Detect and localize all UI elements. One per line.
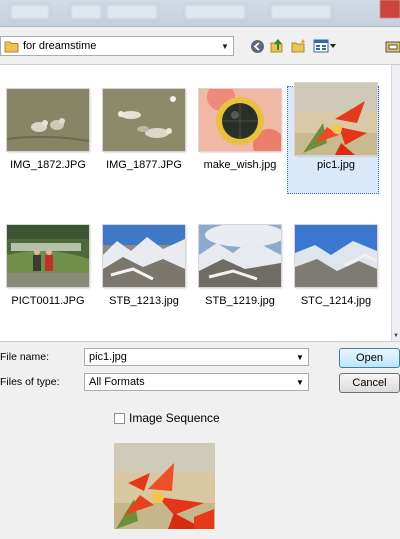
file-name-label: File name: <box>0 351 50 363</box>
file-name-input[interactable]: pic1.jpg ▼ <box>84 348 309 366</box>
back-icon[interactable] <box>248 38 266 54</box>
cancel-button[interactable]: Cancel <box>339 373 400 393</box>
ghost-button <box>10 4 50 20</box>
file-tile[interactable]: STB_1219.jpg <box>194 225 286 335</box>
file-thumbnail <box>295 225 377 287</box>
folder-button-icon[interactable] <box>384 38 400 54</box>
new-folder-icon[interactable] <box>290 38 308 54</box>
file-type-select[interactable]: All Formats ▼ <box>84 373 309 391</box>
image-sequence-checkbox[interactable] <box>114 413 125 424</box>
open-button[interactable]: Open <box>339 348 400 368</box>
file-thumbnail <box>199 225 281 287</box>
file-name: make_wish.jpg <box>203 159 277 171</box>
file-tile[interactable]: STC_1214.jpg <box>290 225 382 335</box>
file-name: IMG_1872.JPG <box>10 159 86 171</box>
chevron-down-icon[interactable]: ▼ <box>292 349 308 365</box>
file-thumbnail <box>103 225 185 287</box>
file-tile-selected[interactable]: pic1.jpg <box>287 83 382 199</box>
file-tile[interactable]: STB_1213.jpg <box>98 225 190 335</box>
file-tile[interactable]: make_wish.jpg <box>194 89 286 199</box>
view-menu-icon[interactable] <box>312 38 338 54</box>
file-name: pic1.jpg <box>317 159 355 171</box>
file-tile[interactable]: IMG_1877.JPG <box>98 89 190 199</box>
folder-icon <box>4 40 19 56</box>
path-toolbar: for dreamstime ▼ <box>0 36 400 60</box>
file-tile[interactable]: PICT0011.JPG <box>2 225 94 335</box>
file-thumbnail <box>103 89 185 151</box>
file-list[interactable]: IMG_1872.JPG IMG_1877.JPG make_wish.jpg … <box>0 64 400 342</box>
file-name: IMG_1877.JPG <box>106 159 182 171</box>
file-name: STC_1214.jpg <box>300 295 372 307</box>
ghost-button <box>70 4 102 20</box>
scroll-down-icon[interactable]: ▼ <box>392 333 400 339</box>
chevron-down-icon[interactable]: ▼ <box>292 374 308 390</box>
chevron-down-icon[interactable]: ▼ <box>217 37 233 55</box>
image-sequence-label: Image Sequence <box>129 411 220 425</box>
image-preview <box>114 443 215 529</box>
up-folder-icon[interactable] <box>268 38 286 54</box>
ghost-button <box>270 4 332 20</box>
file-type-label: Files of type: <box>0 376 60 388</box>
file-name-value: pic1.jpg <box>89 351 127 363</box>
file-thumbnail <box>295 83 377 155</box>
look-in-combobox[interactable]: for dreamstime ▼ <box>0 36 234 56</box>
file-thumbnail <box>7 225 89 287</box>
file-name: PICT0011.JPG <box>11 295 85 307</box>
vertical-scrollbar[interactable]: ▼ <box>391 65 400 341</box>
ghost-button <box>184 4 246 20</box>
file-name: STB_1213.jpg <box>109 295 179 307</box>
current-folder-text: for dreamstime <box>23 40 97 52</box>
file-thumbnail <box>199 89 281 151</box>
title-bar-blurred <box>0 0 400 27</box>
file-tile[interactable]: IMG_1872.JPG <box>2 89 94 199</box>
close-icon[interactable] <box>380 0 400 18</box>
ghost-button <box>106 4 158 20</box>
file-thumbnail <box>7 89 89 151</box>
file-name: STB_1219.jpg <box>205 295 275 307</box>
file-type-value: All Formats <box>89 376 145 388</box>
